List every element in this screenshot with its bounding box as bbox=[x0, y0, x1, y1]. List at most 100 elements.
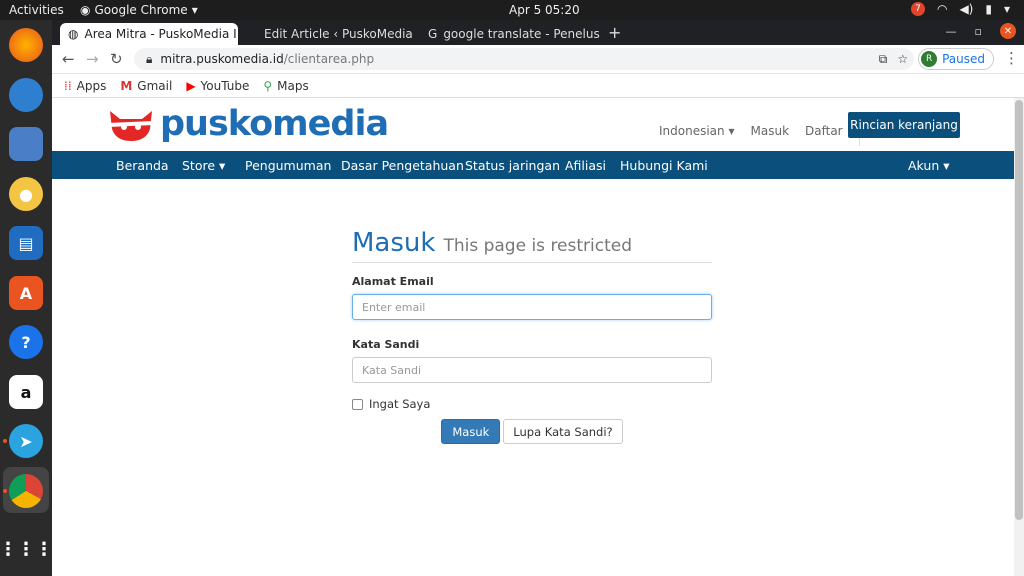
system-top-bar: Activities ◉ Google Chrome ▾ Apr 5 05:20… bbox=[0, 0, 1024, 20]
main-nav: Beranda Store ▾ Pengumuman Dasar Pengeta… bbox=[52, 151, 1014, 179]
form-actions: Masuk Lupa Kata Sandi? bbox=[352, 419, 712, 444]
star-icon[interactable]: ☆ bbox=[897, 52, 908, 66]
amazon-icon[interactable]: a bbox=[9, 375, 43, 409]
file-cabinet-icon[interactable] bbox=[9, 127, 43, 161]
lock-icon: 🔒︎ bbox=[146, 51, 153, 66]
view-cart-button[interactable]: Rincian keranjang bbox=[848, 112, 960, 138]
clock[interactable]: Apr 5 05:20 bbox=[509, 3, 580, 17]
logo-text: puskomedia bbox=[160, 104, 389, 144]
bookmark-youtube[interactable]: ▶ YouTube bbox=[186, 79, 249, 93]
tab-title: Area Mitra - PuskoMedia I bbox=[84, 27, 237, 41]
tab-title: google translate - Penelus bbox=[443, 27, 600, 41]
tab-google-translate[interactable]: G google translate - Penelus ✕ bbox=[420, 23, 602, 45]
translate-icon[interactable]: ⧉ bbox=[879, 52, 888, 67]
app-menu[interactable]: ◉ Google Chrome ▾ bbox=[80, 3, 198, 17]
nav-pengumuman[interactable]: Pengumuman bbox=[245, 158, 331, 173]
browser-toolbar: ← → ↻ 🔒︎ mitra.puskomedia.id /clientarea… bbox=[52, 45, 1024, 74]
cat-logo-icon bbox=[108, 111, 154, 141]
globe-icon: ◍ bbox=[68, 27, 79, 41]
back-button[interactable]: ← bbox=[62, 50, 75, 68]
heading-divider bbox=[352, 262, 712, 263]
tab-area-mitra[interactable]: ◍ Area Mitra - PuskoMedia I ✕ bbox=[60, 23, 238, 45]
show-apps-grid-icon[interactable]: ⋮⋮⋮ bbox=[0, 532, 53, 566]
toolbar-actions: ⧉ ☆ R Paused bbox=[879, 48, 994, 70]
reload-button[interactable]: ↻ bbox=[110, 50, 123, 68]
firefox-icon[interactable] bbox=[9, 28, 43, 62]
page-subtitle: This page is restricted bbox=[443, 236, 633, 256]
dock: ● ▤ A ? a ➤ ⋮⋮⋮ bbox=[0, 20, 53, 576]
nav-status-jaringan[interactable]: Status jaringan bbox=[465, 158, 560, 173]
window-controls: — ▫ ✕ bbox=[946, 23, 1016, 39]
site-logo[interactable]: puskomedia bbox=[106, 104, 389, 144]
login-button[interactable]: Masuk bbox=[441, 419, 501, 444]
tab-edit-article[interactable]: Edit Article ‹ PuskoMedia ✕ bbox=[248, 23, 418, 45]
google-icon: G bbox=[428, 27, 438, 41]
browser-window: ◍ Area Mitra - PuskoMedia I ✕ Edit Artic… bbox=[52, 20, 1024, 576]
chevron-down-icon: ▾ bbox=[191, 3, 198, 17]
system-tray[interactable]: 7 ◠ ◀) ▮ ▾ bbox=[910, 2, 1010, 16]
bookmark-apps[interactable]: ⁞⁞ Apps bbox=[64, 79, 106, 93]
web-page: puskomedia Indonesian ▾ Masuk Daftar Rin… bbox=[52, 98, 1014, 576]
remember-me[interactable]: Ingat Saya bbox=[352, 397, 712, 411]
bookmark-gmail[interactable]: M Gmail bbox=[120, 79, 172, 93]
forgot-password-button[interactable]: Lupa Kata Sandi? bbox=[503, 419, 623, 444]
password-label: Kata Sandi bbox=[352, 338, 420, 351]
header-links: Indonesian ▾ Masuk Daftar bbox=[659, 116, 860, 146]
volume-icon: ◀) bbox=[959, 2, 974, 16]
remember-checkbox[interactable] bbox=[352, 398, 363, 410]
page-title: Masuk bbox=[352, 228, 436, 258]
avatar: R bbox=[921, 51, 938, 67]
login-heading: Masuk This page is restricted bbox=[352, 228, 712, 258]
profile-button[interactable]: R Paused bbox=[918, 48, 994, 70]
email-field[interactable]: Enter email bbox=[352, 294, 712, 320]
profile-status: Paused bbox=[942, 52, 985, 66]
nav-akun[interactable]: Akun ▾ bbox=[908, 158, 950, 173]
telegram-icon[interactable]: ➤ bbox=[9, 424, 43, 458]
software-store-icon[interactable]: A bbox=[9, 276, 43, 310]
url-path: /clientarea.php bbox=[283, 52, 375, 66]
writer-icon[interactable]: ▤ bbox=[9, 226, 43, 260]
bookmarks-bar: ⁞⁞ Apps M Gmail ▶ YouTube ⚲ Maps bbox=[52, 74, 1024, 98]
nav-dasar-pengetahuan[interactable]: Dasar Pengetahuan bbox=[341, 158, 464, 173]
notification-badge[interactable]: 7 bbox=[910, 2, 925, 16]
menu-icon[interactable]: ⋮ bbox=[1004, 49, 1019, 67]
thunderbird-icon[interactable] bbox=[9, 78, 43, 112]
tab-strip: ◍ Area Mitra - PuskoMedia I ✕ Edit Artic… bbox=[52, 20, 1024, 45]
battery-icon: ▮ bbox=[985, 2, 992, 16]
wifi-icon: ◠ bbox=[936, 2, 948, 16]
bookmark-maps[interactable]: ⚲ Maps bbox=[263, 79, 308, 93]
login-form: Masuk This page is restricted Alamat Ema… bbox=[352, 228, 712, 444]
activities-button[interactable]: Activities bbox=[9, 3, 64, 17]
password-field[interactable]: Kata Sandi bbox=[352, 357, 712, 383]
scrollbar-thumb[interactable] bbox=[1015, 100, 1023, 520]
maps-pin-icon: ⚲ bbox=[263, 78, 273, 93]
apps-grid-icon: ⁞⁞ bbox=[64, 78, 72, 93]
caret-down-icon: ▾ bbox=[943, 158, 950, 173]
minimize-button[interactable]: — bbox=[946, 25, 957, 38]
window-close-button[interactable]: ✕ bbox=[1000, 23, 1016, 39]
maximize-button[interactable]: ▫ bbox=[975, 25, 982, 38]
chevron-down-icon: ▾ bbox=[1003, 2, 1010, 16]
nav-store[interactable]: Store ▾ bbox=[182, 158, 225, 173]
gmail-icon: M bbox=[120, 78, 133, 93]
nav-hubungi-kami[interactable]: Hubungi Kami bbox=[620, 158, 708, 173]
caret-down-icon: ▾ bbox=[219, 158, 226, 173]
page-scrollbar[interactable] bbox=[1014, 98, 1024, 576]
nav-afiliasi[interactable]: Afiliasi bbox=[565, 158, 606, 173]
help-icon[interactable]: ? bbox=[9, 325, 43, 359]
nav-beranda[interactable]: Beranda bbox=[116, 158, 169, 173]
running-indicator bbox=[3, 439, 7, 443]
app-name: Google Chrome bbox=[94, 3, 188, 17]
language-select[interactable]: Indonesian ▾ bbox=[659, 124, 735, 138]
address-bar[interactable]: 🔒︎ mitra.puskomedia.id /clientarea.php bbox=[134, 48, 914, 70]
login-link[interactable]: Masuk bbox=[751, 124, 790, 138]
youtube-icon: ▶ bbox=[186, 78, 196, 93]
register-link[interactable]: Daftar bbox=[805, 124, 843, 138]
forward-button[interactable]: → bbox=[86, 50, 99, 68]
chrome-icon[interactable] bbox=[9, 474, 43, 508]
caret-down-icon: ▾ bbox=[728, 124, 735, 138]
chrome-icon: ◉ bbox=[80, 3, 91, 17]
rhythmbox-icon[interactable]: ● bbox=[9, 177, 43, 211]
running-indicator bbox=[3, 489, 7, 493]
new-tab-button[interactable]: + bbox=[608, 23, 621, 42]
